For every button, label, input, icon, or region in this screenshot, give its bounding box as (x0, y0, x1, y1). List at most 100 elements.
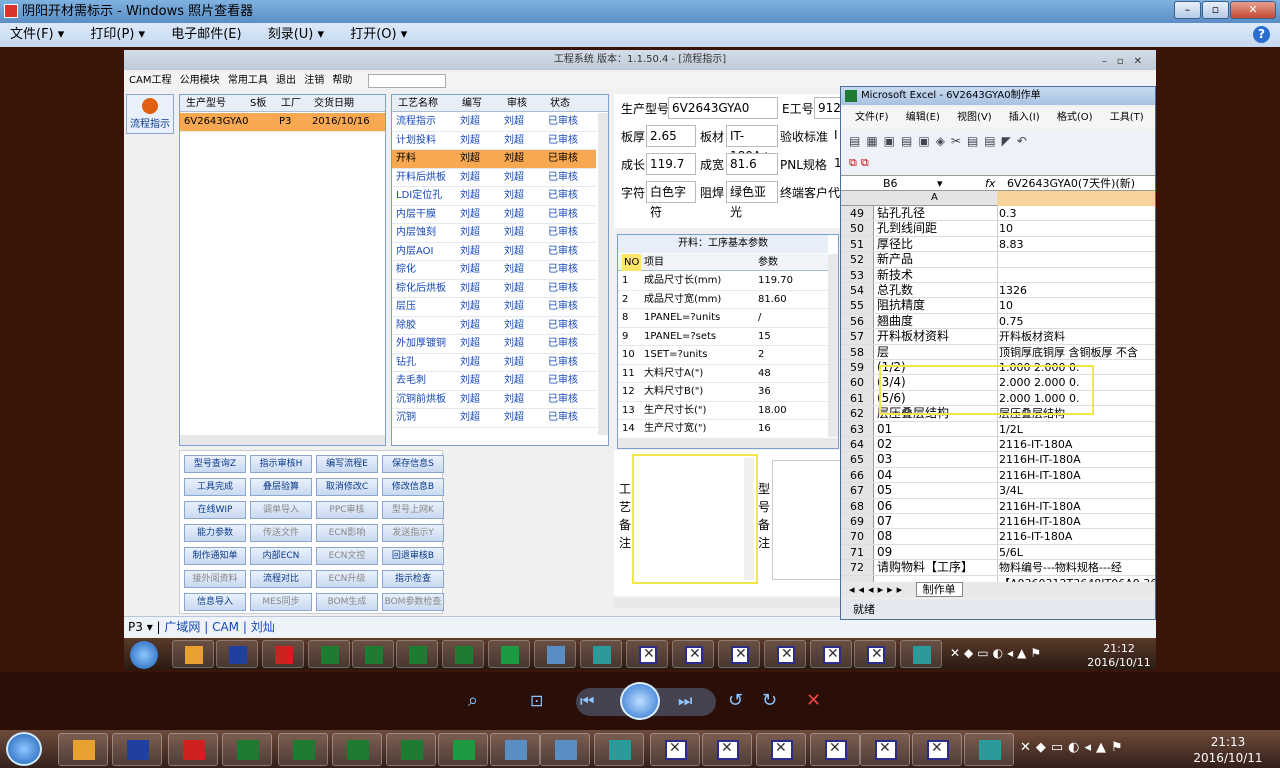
excel-menu-file[interactable]: 文件(F) (855, 112, 889, 123)
excel-menu-tools[interactable]: 工具(T) (1110, 112, 1144, 123)
cell-b[interactable]: 5/6L (999, 545, 1155, 560)
cell-a[interactable]: 总孔数 (877, 283, 997, 298)
process-row[interactable]: 内层干膜 刘超 刘超 已审核 (392, 206, 596, 224)
pdf-icon[interactable]: ⧉⧉ (849, 156, 889, 170)
cell-a[interactable]: 孔到线间距 (877, 221, 997, 236)
cell-b[interactable]: 3/4L (999, 483, 1155, 498)
cell-reference[interactable]: B6 (883, 176, 898, 192)
action-button[interactable]: 编写流程E (316, 455, 378, 473)
cell-b[interactable]: 0.3 (999, 206, 1155, 221)
menu-burn[interactable]: 刻录(U) ▾ (268, 27, 324, 42)
row-number[interactable]: 66 (841, 467, 874, 483)
excel-row[interactable]: 55 阻抗精度 10 (841, 298, 1155, 314)
tray-icons[interactable]: ✕◆▭◐◂▲⚑ (1020, 740, 1170, 758)
app-menu-exit[interactable]: 退出 (276, 75, 296, 86)
width-field[interactable]: 81.6 (726, 153, 778, 175)
rotate-left-icon[interactable]: ↺ (728, 690, 750, 712)
action-button[interactable]: 调单导入 (250, 501, 312, 519)
maximize-button[interactable]: ▫ (1202, 1, 1229, 19)
row-number[interactable]: 69 (841, 514, 874, 529)
taskbar-button[interactable] (58, 733, 108, 766)
cell-b[interactable]: 物料编号---物料规格---经 (999, 560, 1155, 575)
param-row[interactable]: 11 大料尺寸A(") 48 (618, 365, 828, 383)
row-number[interactable]: 56 (841, 313, 874, 329)
taskbar-button[interactable] (594, 733, 644, 766)
close-button[interactable]: ✕ (1230, 1, 1276, 19)
start-button[interactable] (6, 732, 42, 766)
taskbar-button[interactable] (278, 733, 328, 766)
action-button[interactable]: MES同步 (250, 593, 312, 611)
action-button[interactable]: 传送文件 (250, 524, 312, 542)
taskbar-button[interactable] (540, 733, 590, 766)
cell-b[interactable]: 10 (999, 298, 1155, 313)
process-row[interactable]: 除胶 刘超 刘超 已审核 (392, 317, 596, 335)
process-row[interactable]: 沉铜前烘板 刘超 刘超 已审核 (392, 391, 596, 409)
excel-row[interactable]: 58 层顶铜厚底铜厚 含铜板厚 不含 (841, 344, 1155, 360)
process-row[interactable]: 内层AOI 刘超 刘超 已审核 (392, 243, 596, 261)
params-hscroll[interactable] (618, 438, 838, 448)
cell-a[interactable]: 阻抗精度 (877, 298, 997, 313)
action-button[interactable]: 能力参数 (184, 524, 246, 542)
row-number[interactable]: 65 (841, 452, 874, 467)
action-button[interactable]: ECN升级 (316, 570, 378, 588)
taskbar-button[interactable] (332, 733, 382, 766)
param-row[interactable]: 14 生产尺寸宽(") 16 (618, 420, 828, 437)
app-menu-tools[interactable]: 常用工具 (228, 75, 268, 86)
cell-b[interactable]: 2116H-IT-180A (999, 468, 1155, 483)
excel-menu-insert[interactable]: 插入(I) (1009, 112, 1040, 123)
orders-hscroll[interactable] (180, 435, 385, 445)
excel-row[interactable]: 49 钻孔孔径 0.3 (841, 206, 1155, 222)
action-button[interactable]: 回退审核B (382, 547, 444, 565)
process-row[interactable]: 开料后烘板 刘超 刘超 已审核 (392, 169, 596, 187)
cell-a[interactable]: 09 (877, 545, 997, 560)
excel-row[interactable]: 51 厚径比 8.83 (841, 236, 1155, 253)
taskbar-button[interactable] (168, 733, 218, 766)
cell-a[interactable]: 07 (877, 514, 997, 529)
row-number[interactable]: 58 (841, 344, 874, 359)
status-factory[interactable]: P3 (128, 620, 143, 634)
process-row[interactable]: 流程指示 刘超 刘超 已审核 (392, 113, 596, 132)
row-number[interactable]: 68 (841, 498, 874, 513)
excel-row[interactable]: 56 翘曲度 0.75 (841, 313, 1155, 330)
excel-menu-edit[interactable]: 编辑(E) (906, 112, 940, 123)
row-number[interactable]: 59 (841, 360, 874, 375)
fx-icon[interactable]: fx (985, 176, 995, 192)
row-number[interactable]: 57 (841, 329, 874, 344)
mask-field[interactable]: 绿色亚光 (726, 181, 778, 219)
param-row[interactable]: 12 大料尺寸B(") 36 (618, 383, 828, 402)
action-button[interactable]: 接外阅资料 (184, 570, 246, 588)
action-button[interactable]: 流程对比 (250, 570, 312, 588)
menu-open[interactable]: 打开(O) ▾ (350, 27, 407, 42)
delete-icon[interactable]: ✕ (806, 690, 828, 712)
cell-b[interactable]: 1/2L (999, 422, 1155, 437)
cell-a[interactable]: 新技术 (877, 268, 997, 283)
cell-a[interactable]: 厚径比 (877, 237, 997, 252)
process-row[interactable]: 计划投料 刘超 刘超 已审核 (392, 132, 596, 150)
action-button[interactable]: 内部ECN (250, 547, 312, 565)
cell-a[interactable]: 开料板材资料 (877, 329, 997, 344)
param-row[interactable]: 13 生产尺寸长(") 18.00 (618, 402, 828, 420)
cell-b[interactable]: 1326 (999, 283, 1155, 298)
excel-row[interactable]: 63 01 1/2L (841, 421, 1155, 437)
cell-b[interactable]: 2116H-IT-180A (999, 452, 1155, 467)
cell-a[interactable]: 请购物料【工序】 (877, 560, 997, 575)
cell-b[interactable]: 2116-IT-180A (999, 437, 1155, 452)
action-button[interactable]: 制作通知单 (184, 547, 246, 565)
fit-icon[interactable]: ⊡ (530, 690, 552, 712)
taskbar-button[interactable] (222, 733, 272, 766)
row-number[interactable]: 50 (841, 221, 874, 236)
cell-b[interactable]: 开料板材资料 (999, 329, 1155, 344)
thickness-field[interactable]: 2.65 (646, 125, 696, 147)
process-notes-textarea[interactable] (632, 454, 758, 584)
cell-b[interactable]: 0.75 (999, 314, 1155, 329)
menu-email[interactable]: 电子邮件(E) (171, 27, 241, 42)
process-row[interactable]: 去毛刺 刘超 刘超 已审核 (392, 372, 596, 391)
cell-a[interactable]: 04 (877, 468, 997, 483)
cell-a[interactable]: 翘曲度 (877, 314, 997, 329)
sheet-tab[interactable]: 制作单 (915, 582, 963, 597)
taskbar-button[interactable] (810, 733, 860, 766)
action-button[interactable]: BOM生成 (316, 593, 378, 611)
row-number[interactable]: 72 (841, 560, 874, 575)
excel-row[interactable]: 53 新技术 (841, 267, 1155, 283)
row-number[interactable]: 63 (841, 421, 874, 436)
